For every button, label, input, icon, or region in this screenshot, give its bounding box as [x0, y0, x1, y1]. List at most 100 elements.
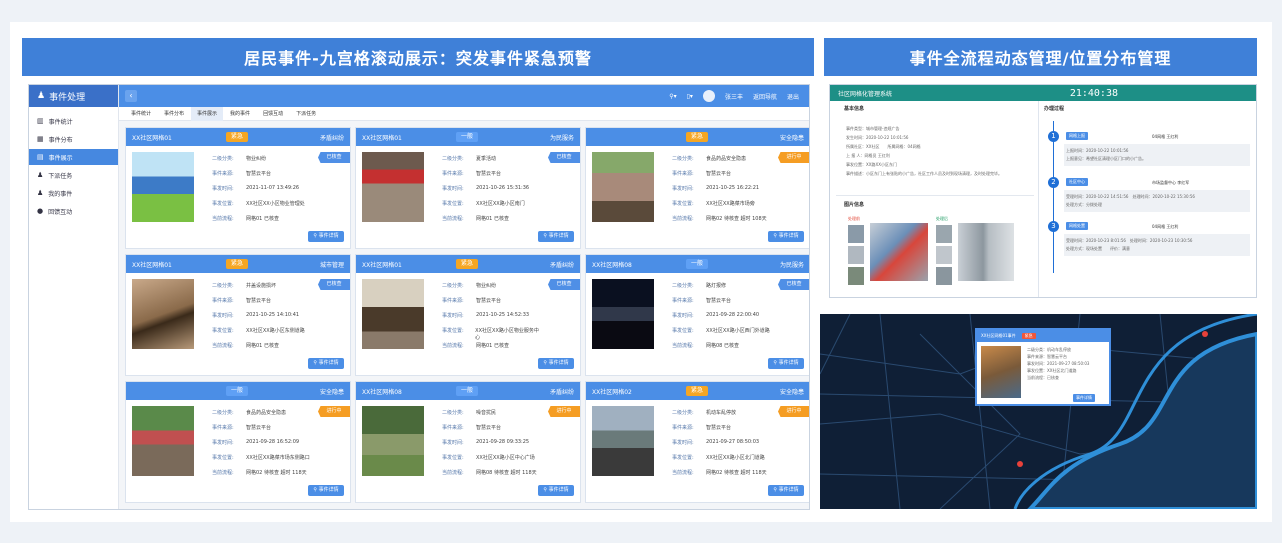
field-label: 事件来源: [672, 171, 694, 177]
search-icon: ⚲ [773, 487, 778, 493]
field-value: 物业纠纷 [476, 283, 497, 289]
event-card[interactable]: XX社区网格01 一般 为民服务 二级分类: 夏季活动 事件来源: 智慧云平台 事发时间… [355, 127, 581, 249]
field-label: 事发位置: [672, 201, 694, 207]
status-badge: 进行中 [778, 406, 809, 417]
photo-after [958, 223, 1014, 281]
tab[interactable]: 事件展示 [191, 106, 224, 121]
field-value: 2021-09-28 09:33:25 [476, 439, 530, 445]
tab[interactable]: 回馈互动 [257, 107, 289, 121]
event-info: 二级分类: 井盖设施损坏 事件来源: 智慧云平台 事发时间: 2021-10-25 14:… [212, 282, 312, 357]
sidebar-item[interactable]: ● 回馈互动 [29, 203, 118, 219]
event-detail-button[interactable]: ⚲ 事件详情 [538, 485, 574, 496]
field-label: 事件来源: [442, 298, 464, 304]
process-window: 社区网格化管理系统 21:40:38 基本信息 事件类型：城市管理-违规广告 发生… [829, 84, 1257, 298]
tab[interactable]: 我的事件 [224, 107, 256, 121]
card-header: 紧急 安全隐患 [586, 128, 809, 146]
priority-badge: 一般 [456, 132, 478, 142]
sidebar-item[interactable]: ▦ 事件分布 [29, 131, 118, 147]
detail-label: 事件详情 [548, 233, 569, 239]
step-line: 受理时间：2020-10-23 8:01:56 处理时间：2020-10-23 … [1066, 238, 1193, 243]
priority-badge: 紧急 [686, 132, 708, 142]
sidebar-item[interactable]: ▤ 事件展示 [29, 149, 118, 165]
field-label: 当前流程: [672, 343, 694, 349]
event-detail-button[interactable]: ⚲ 事件详情 [308, 358, 344, 369]
location-map[interactable]: XX社区网格01事件 紧急 二级分类：机动车乱停放 事件来源：智慧云平台 事发时间：… [820, 314, 1257, 509]
before-label: 处理前 [848, 216, 860, 221]
field-label: 二级分类: [212, 283, 234, 289]
search-icon: ⚲ [313, 233, 318, 239]
map-icon: ▦ [37, 135, 44, 143]
card-field: 事发时间: 2021-10-25 14:10:41 [212, 312, 312, 327]
field-value: 网格08 已核查 [706, 343, 739, 349]
info-line: 事件描述：小区东门上有张贴的小广告，社区工作人员及时到现场清理，及时处理完毕。 [846, 171, 1002, 176]
field-label: 事件来源: [442, 171, 464, 177]
user-name[interactable]: 张三丰 [725, 92, 743, 101]
tab[interactable]: 事件分布 [158, 107, 190, 121]
step-line: 处理方式：现场处置 评价：满意 [1066, 246, 1130, 251]
popup-detail-button[interactable]: 事件详情 [1073, 394, 1095, 402]
exit-link[interactable]: 退出 [787, 92, 799, 101]
event-info: 二级分类: 食品药品安全隐患 事件来源: 智慧云平台 事发时间: 2021-09-28 1… [212, 409, 312, 484]
event-marker-icon[interactable] [1202, 331, 1208, 337]
event-marker-icon[interactable] [1017, 461, 1023, 467]
event-detail-button[interactable]: ⚲ 事件详情 [768, 358, 804, 369]
nav-link[interactable]: 返回导航 [753, 92, 777, 101]
detail-label: 事件详情 [318, 360, 339, 366]
popup-line: 事发时间：2021-09-27 08:50:03 [1027, 361, 1090, 366]
step-tag: 网格上报 [1066, 132, 1088, 140]
event-card[interactable]: XX社区网格01 紧急 城市管理 二级分类: 井盖设施损坏 事件来源: 智慧云平台 事发… [125, 254, 351, 376]
field-label: 事发位置: [442, 455, 464, 461]
status-badge: 已核查 [778, 279, 809, 290]
event-card[interactable]: XX社区网格01 紧急 矛盾纠纷 二级分类: 物业纠纷 事件来源: 智慧云平台 事发时间… [125, 127, 351, 249]
field-label: 二级分类: [672, 410, 694, 416]
field-value: 智慧云平台 [476, 171, 502, 177]
card-field: 事件来源: 智慧云平台 [672, 297, 772, 312]
card-field: 二级分类: 物业纠纷 [442, 282, 542, 297]
step-number: 2 [1048, 177, 1059, 188]
sidebar-item[interactable]: ▥ 事件统计 [29, 113, 118, 129]
sidebar-item[interactable]: ♟ 下派任务 [29, 167, 118, 183]
tab[interactable]: 下派任务 [290, 107, 322, 121]
sidebar-item[interactable]: ♟ 我的事件 [29, 185, 118, 201]
event-card[interactable]: XX社区网格01 紧急 矛盾纠纷 二级分类: 物业纠纷 事件来源: 智慧云平台 事发时间… [355, 254, 581, 376]
collapse-button[interactable]: ‹ [125, 90, 137, 102]
location-icon[interactable]: ⚲▾ [669, 93, 676, 100]
field-value: 2021-09-28 16:52:09 [246, 439, 300, 445]
event-card[interactable]: XX社区网格02 紧急 安全隐患 二级分类: 机动车乱停放 事件来源: 智慧云平台 事发… [585, 381, 809, 503]
event-detail-button[interactable]: ⚲ 事件详情 [538, 358, 574, 369]
field-label: 事件来源: [212, 171, 234, 177]
field-label: 事发时间: [672, 440, 694, 446]
event-card[interactable]: XX社区网格08 一般 为民服务 二级分类: 路灯报修 事件来源: 智慧云平台 事发时间… [585, 254, 809, 376]
event-detail-button[interactable]: ⚲ 事件详情 [538, 231, 574, 242]
field-label: 二级分类: [212, 410, 234, 416]
event-detail-button[interactable]: ⚲ 事件详情 [768, 485, 804, 496]
card-field: 当前流程: 网格01 已核查 [442, 342, 542, 357]
event-detail-button[interactable]: ⚲ 事件详情 [308, 485, 344, 496]
priority-badge: 紧急 [226, 259, 248, 269]
field-value: 网格02 待核查 超时 108天 [706, 216, 767, 222]
event-detail-button[interactable]: ⚲ 事件详情 [308, 231, 344, 242]
search-icon: ⚲ [313, 487, 318, 493]
event-card[interactable]: XX社区网格08 一般 矛盾纠纷 二级分类: 噪音扰民 事件来源: 智慧云平台 事发时间… [355, 381, 581, 503]
event-detail-button[interactable]: ⚲ 事件详情 [768, 231, 804, 242]
popup-badge: 紧急 [1021, 333, 1036, 339]
avatar[interactable] [702, 90, 715, 102]
step-person: 市场监督中心 李红军 [1152, 180, 1190, 185]
event-info: 二级分类: 食品药品安全隐患 事件来源: 智慧云平台 事发时间: 2021-10-25 1… [672, 155, 772, 230]
field-label: 事发时间: [672, 313, 694, 319]
event-photo [362, 279, 424, 349]
card-header: XX社区网格01 紧急 矛盾纠纷 [126, 128, 350, 146]
search-icon: ⚲ [773, 233, 778, 239]
card-field: 二级分类: 食品药品安全隐患 [672, 155, 772, 170]
category-label: 矛盾纠纷 [549, 388, 574, 396]
device-icon[interactable]: ▯▾ [687, 93, 693, 100]
after-label: 处理后 [936, 216, 948, 221]
event-card[interactable]: 紧急 安全隐患 二级分类: 食品药品安全隐患 事件来源: 智慧云平台 事发时间: 2021… [585, 127, 809, 249]
field-label: 二级分类: [212, 156, 234, 162]
field-value: 网格01 已核查 [476, 343, 509, 349]
tab[interactable]: 事件统计 [125, 107, 157, 121]
card-field: 当前流程: 网格01 已核查 [212, 215, 312, 230]
event-card[interactable]: 一般 安全隐患 二级分类: 食品药品安全隐患 事件来源: 智慧云平台 事发时间: 2021… [125, 381, 351, 503]
field-label: 事件来源: [212, 425, 234, 431]
card-field: 事发时间: 2021-11-07 13:49:26 [212, 185, 312, 200]
